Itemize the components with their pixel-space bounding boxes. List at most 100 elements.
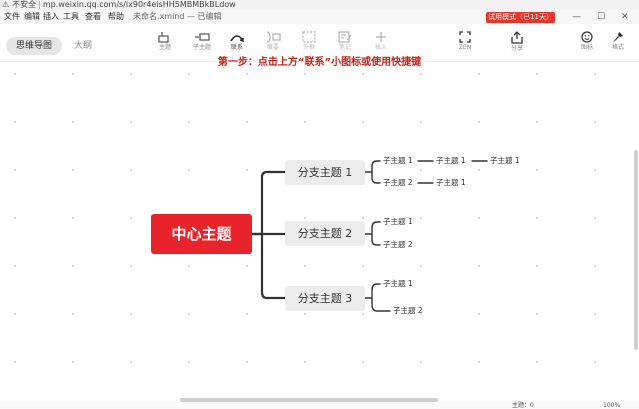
subtopic[interactable]: 子主题 1 (380, 155, 416, 167)
grid-dot (362, 361, 364, 363)
minimize-icon[interactable]: — (572, 12, 581, 22)
grid-dot (594, 73, 596, 75)
document-filename: 未命名.xmind — 已编辑 (133, 12, 222, 21)
grid-dot (14, 361, 16, 363)
grid-dot (188, 121, 190, 123)
grid-dot (594, 121, 596, 123)
status-bar: 主题：0 100% (0, 402, 639, 409)
relationship-icon (230, 35, 244, 42)
zoom-level[interactable]: 100% (603, 402, 620, 409)
grid-dot (130, 73, 132, 75)
grid-dot (14, 313, 16, 315)
grid-dot (362, 73, 364, 75)
subtopic[interactable]: 子主题 2 (390, 305, 426, 317)
url-text: mp.weixin.qq.com/s/ix90r4eisHH5MBMBkBLdo… (42, 0, 236, 9)
subtopic[interactable]: 子主题 1 (433, 155, 469, 167)
grid-dot (14, 121, 16, 123)
grid-dot (130, 313, 132, 315)
grid-dot (420, 169, 422, 171)
grid-dot (246, 265, 248, 267)
brush-icon (613, 32, 623, 42)
grid-dot (130, 265, 132, 267)
subtopic[interactable]: 子主题 1 (380, 278, 416, 290)
grid-dot (72, 73, 74, 75)
grid-dot (594, 361, 596, 363)
grid-dot (246, 361, 248, 363)
branch-topic-1[interactable]: 分支主题 1 (285, 160, 365, 185)
subtopic-icon (195, 33, 210, 41)
tab-mindmap[interactable]: 思维导图 (6, 37, 62, 55)
format-button[interactable]: 格式 (603, 29, 633, 59)
central-topic[interactable]: 中心主题 (151, 214, 252, 254)
grid-dot (72, 265, 74, 267)
grid-dot (420, 121, 422, 123)
grid-dot (594, 265, 596, 267)
summary-button[interactable]: 概要 (258, 29, 288, 59)
grid-dot (130, 169, 132, 171)
fullscreen-icon (459, 31, 471, 43)
icon-panel-button[interactable]: 图标 (572, 29, 602, 59)
grid-dot (246, 73, 248, 75)
grid-dot (14, 169, 16, 171)
grid-dot (14, 73, 16, 75)
menu-file[interactable]: 文件 (4, 10, 20, 24)
share-button[interactable]: 分享 (502, 29, 532, 59)
subtopic[interactable]: 子主题 2 (380, 239, 416, 251)
vertical-scrollbar[interactable] (634, 150, 638, 350)
browser-url-bar[interactable]: ⚠ 不安全 | mp.weixin.qq.com/s/ix90r4eisHH5MBMB… (0, 0, 639, 10)
note-icon (338, 31, 352, 43)
menu-help[interactable]: 帮助 (108, 10, 124, 24)
subtopic[interactable]: 子主题 1 (433, 177, 469, 189)
grid-dot (188, 265, 190, 267)
grid-dot (478, 121, 480, 123)
branch-topic-3[interactable]: 分支主题 3 (285, 286, 365, 311)
menu-insert[interactable]: 插入 (43, 10, 59, 24)
grid-dot (536, 169, 538, 171)
topic-count: 主题：0 (512, 402, 534, 409)
zen-button[interactable]: ZEN (450, 29, 480, 59)
menu-view[interactable]: 查看 (85, 10, 101, 24)
grid-dot (246, 121, 248, 123)
grid-dot (188, 361, 190, 363)
boundary-button[interactable]: 外框 (294, 29, 324, 59)
tab-outline[interactable]: 大纲 (68, 37, 98, 55)
subtopic[interactable]: 子主题 1 (487, 155, 523, 167)
grid-dot (478, 217, 480, 219)
grid-dot (362, 121, 364, 123)
grid-dot (594, 217, 596, 219)
menu-edit[interactable]: 编辑 (24, 10, 40, 24)
close-icon[interactable]: ✕ (621, 12, 629, 22)
grid-dot (478, 73, 480, 75)
trial-badge[interactable]: 试用模式（已11天） (486, 12, 555, 23)
subtopic[interactable]: 子主题 1 (380, 216, 416, 228)
topic-icon (158, 32, 169, 43)
relationship-button[interactable]: 联系 (222, 29, 252, 59)
grid-dot (72, 217, 74, 219)
grid-dot (536, 313, 538, 315)
grid-dot (478, 313, 480, 315)
grid-dot (594, 169, 596, 171)
grid-dot (478, 169, 480, 171)
note-button[interactable]: 笔记 (330, 29, 360, 59)
subtopic[interactable]: 子主题 2 (380, 177, 416, 189)
grid-dot (188, 73, 190, 75)
topic-button[interactable]: 主题 (150, 29, 180, 59)
grid-dot (72, 361, 74, 363)
grid-dot (362, 313, 364, 315)
subtopic-button[interactable]: 子主题 (187, 29, 217, 59)
grid-dot (362, 217, 364, 219)
grid-dot (304, 73, 306, 75)
grid-dot (14, 265, 16, 267)
insert-button[interactable]: 插入 (366, 29, 396, 59)
grid-dot (536, 361, 538, 363)
grid-dot (536, 121, 538, 123)
menu-tools[interactable]: 工具 (63, 10, 79, 24)
share-icon (511, 31, 523, 44)
branch-topic-2[interactable]: 分支主题 2 (285, 221, 365, 246)
grid-dot (536, 217, 538, 219)
smiley-icon (581, 31, 593, 43)
grid-dot (130, 121, 132, 123)
grid-dot (188, 169, 190, 171)
maximize-icon[interactable]: ☐ (597, 12, 605, 22)
grid-dot (420, 361, 422, 363)
